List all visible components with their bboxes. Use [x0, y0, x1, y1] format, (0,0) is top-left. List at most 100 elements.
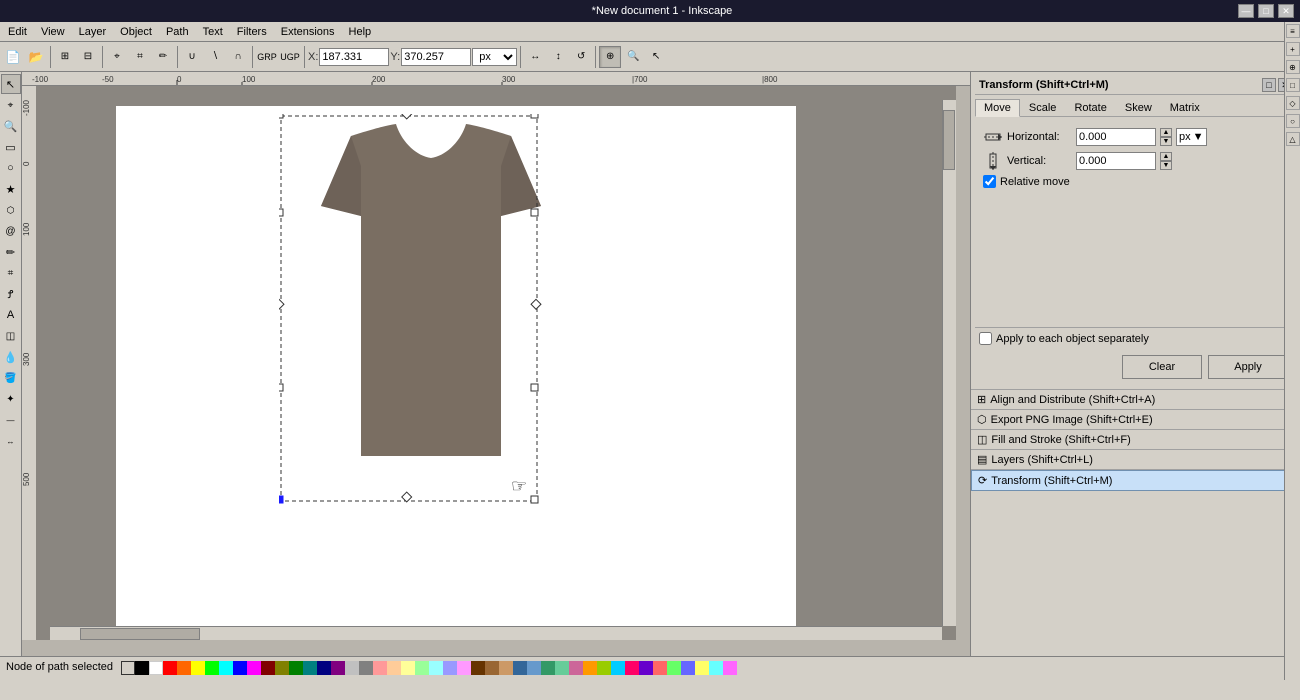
diff-btn[interactable]: ∖ — [204, 46, 226, 68]
deselect-btn[interactable]: ⊟ — [77, 46, 99, 68]
snap-icon-3[interactable]: □ — [1286, 78, 1300, 92]
tab-scale[interactable]: Scale — [1020, 99, 1066, 116]
bezier-tool-btn[interactable]: ⌗ — [129, 46, 151, 68]
horizontal-spin-up[interactable]: ▲ — [1160, 128, 1172, 137]
spiral-tool[interactable]: @ — [1, 221, 21, 241]
swatch-sea-green[interactable] — [541, 661, 555, 675]
apply-button[interactable]: Apply — [1208, 355, 1288, 379]
tab-rotate[interactable]: Rotate — [1065, 99, 1115, 116]
swatch-sky-blue[interactable] — [611, 661, 625, 675]
swatch-lt-blue[interactable] — [443, 661, 457, 675]
layers-panel[interactable]: ▤ Layers (Shift+Ctrl+L) ▼ — [971, 450, 1300, 470]
swatch-cyan[interactable] — [219, 661, 233, 675]
swatch-maroon[interactable] — [261, 661, 275, 675]
zoom-tool[interactable]: 🔍 — [1, 116, 21, 136]
snap-icon-6[interactable]: △ — [1286, 132, 1300, 146]
pencil-tool[interactable]: ✏ — [1, 242, 21, 262]
swatch-lt-lime[interactable] — [667, 661, 681, 675]
swatch-periwinkle[interactable] — [681, 661, 695, 675]
swatch-black[interactable] — [135, 661, 149, 675]
intersect-btn[interactable]: ∩ — [227, 46, 249, 68]
menu-text[interactable]: Text — [197, 25, 229, 39]
swatch-navy[interactable] — [317, 661, 331, 675]
swatch-lt-cyan[interactable] — [429, 661, 443, 675]
x-input[interactable] — [319, 48, 389, 66]
swatch-brown[interactable] — [471, 661, 485, 675]
rotate-90-btn[interactable]: ↺ — [570, 46, 592, 68]
swatch-lt-pink[interactable] — [723, 661, 737, 675]
vertical-spin-down[interactable]: ▼ — [1160, 161, 1172, 170]
snap-icon-5[interactable]: ○ — [1286, 114, 1300, 128]
swatch-steel-blue[interactable] — [513, 661, 527, 675]
color-palette[interactable] — [121, 661, 1278, 673]
swatch-chartreuse[interactable] — [597, 661, 611, 675]
fill-tool[interactable]: 🪣 — [1, 368, 21, 388]
swatch-lt-magenta[interactable] — [457, 661, 471, 675]
swatch-lt-tan[interactable] — [499, 661, 513, 675]
swatch-green[interactable] — [205, 661, 219, 675]
vscroll-thumb[interactable] — [943, 110, 955, 170]
select-tool[interactable]: ↖ — [1, 74, 21, 94]
select-all-btn[interactable]: ⊞ — [54, 46, 76, 68]
horizontal-spin-down[interactable]: ▼ — [1160, 137, 1172, 146]
close-button[interactable]: ✕ — [1278, 4, 1294, 18]
swatch-lt-green[interactable] — [415, 661, 429, 675]
swatch-lt-yellow2[interactable] — [695, 661, 709, 675]
swatch-tan[interactable] — [485, 661, 499, 675]
measure-tool[interactable]: ↔ — [1, 431, 21, 451]
flip-h-btn[interactable]: ↔ — [524, 46, 546, 68]
eyedropper-tool[interactable]: 💧 — [1, 347, 21, 367]
swatch-lt-orange[interactable] — [387, 661, 401, 675]
pen-tool-btn[interactable]: ✏ — [152, 46, 174, 68]
swatch-crimson[interactable] — [625, 661, 639, 675]
horizontal-scrollbar[interactable] — [50, 626, 942, 640]
3d-box-tool[interactable]: ⬡ — [1, 200, 21, 220]
star-tool[interactable]: ★ — [1, 179, 21, 199]
swatch-magenta[interactable] — [247, 661, 261, 675]
swatch-yellow[interactable] — [191, 661, 205, 675]
swatch-lt-yellow[interactable] — [401, 661, 415, 675]
union-btn[interactable]: ∪ — [181, 46, 203, 68]
horizontal-unit[interactable]: px ▼ — [1176, 128, 1207, 146]
node-tool-btn[interactable]: ⌖ — [106, 46, 128, 68]
menu-filters[interactable]: Filters — [231, 25, 273, 39]
swatch-silver[interactable] — [345, 661, 359, 675]
hscroll-thumb[interactable] — [80, 628, 200, 640]
coord-unit-select[interactable]: px mm cm in — [472, 48, 517, 66]
swatch-orange[interactable] — [177, 661, 191, 675]
snap-icon-1[interactable]: + — [1286, 42, 1300, 56]
swatch-salmon[interactable] — [653, 661, 667, 675]
minimize-button[interactable]: — — [1238, 4, 1254, 18]
arrange-icon[interactable]: ≡ — [1286, 24, 1300, 38]
swatch-white[interactable] — [149, 661, 163, 675]
menu-view[interactable]: View — [35, 25, 71, 39]
rect-tool[interactable]: ▭ — [1, 137, 21, 157]
tab-move[interactable]: Move — [975, 99, 1020, 117]
swatch-none[interactable] — [121, 661, 135, 675]
cursor-btn[interactable]: ↖ — [645, 46, 667, 68]
open-btn[interactable]: 📂 — [25, 46, 47, 68]
swatch-dark-green[interactable] — [289, 661, 303, 675]
snap-icon-4[interactable]: ◇ — [1286, 96, 1300, 110]
swatch-olive[interactable] — [275, 661, 289, 675]
swatch-purple[interactable] — [331, 661, 345, 675]
swatch-aquamarine[interactable] — [555, 661, 569, 675]
tab-matrix[interactable]: Matrix — [1161, 99, 1209, 116]
vertical-scrollbar[interactable] — [942, 100, 956, 626]
zoom-btn[interactable]: 🔍 — [622, 46, 644, 68]
swatch-red[interactable] — [163, 661, 177, 675]
canvas-area[interactable]: -100 -50 0 100 200 300 |700 |800 -100 0 — [22, 72, 970, 656]
horizontal-input[interactable] — [1076, 128, 1156, 146]
menu-layer[interactable]: Layer — [73, 25, 113, 39]
snap-icon-2[interactable]: ⊕ — [1286, 60, 1300, 74]
bezier-tool[interactable]: ⌗ — [1, 263, 21, 283]
swatch-teal[interactable] — [303, 661, 317, 675]
transform-collapsed-panel[interactable]: ⟳ Transform (Shift+Ctrl+M) ▼ — [971, 470, 1300, 491]
align-distribute-panel[interactable]: ⊞ Align and Distribute (Shift+Ctrl+A) ▼ — [971, 390, 1300, 410]
menu-help[interactable]: Help — [343, 25, 378, 39]
vertical-input[interactable] — [1076, 152, 1156, 170]
menu-path[interactable]: Path — [160, 25, 195, 39]
calligraphy-tool[interactable]: Ꝭ — [1, 284, 21, 304]
y-input[interactable] — [401, 48, 471, 66]
swatch-lt-red[interactable] — [373, 661, 387, 675]
